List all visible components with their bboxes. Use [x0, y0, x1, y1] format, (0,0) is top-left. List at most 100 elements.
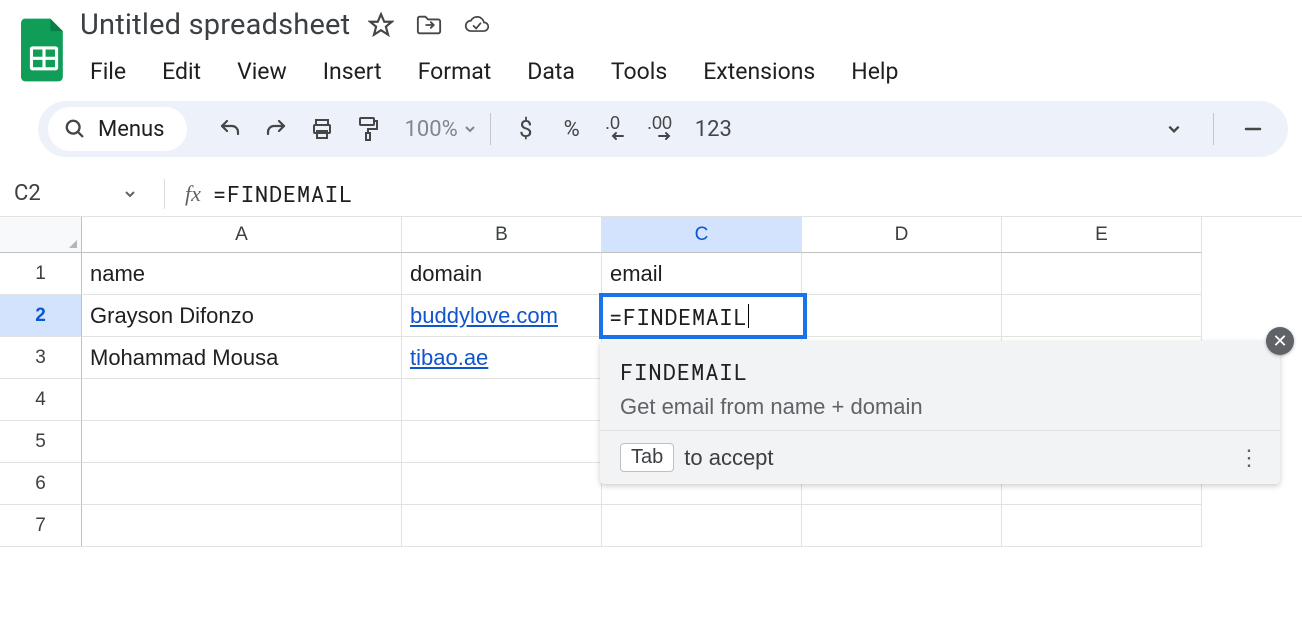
cell-D7[interactable] [802, 505, 1002, 547]
title-row: Untitled spreadsheet [80, 8, 916, 42]
app-logo[interactable] [14, 10, 74, 90]
undo-button[interactable] [209, 108, 251, 150]
title-icons [368, 12, 490, 38]
row-headers: 1234567 [0, 253, 82, 547]
chevron-down-icon [1167, 122, 1181, 136]
menu-insert[interactable]: Insert [305, 52, 400, 91]
column-header-C[interactable]: C [602, 217, 802, 253]
column-header-B[interactable]: B [402, 217, 602, 253]
redo-button[interactable] [255, 108, 297, 150]
cell-A3[interactable]: Mohammad Mousa [82, 337, 402, 379]
chevron-down-icon [464, 123, 476, 135]
cell-B1[interactable]: domain [402, 253, 602, 295]
tab-key-badge: Tab [620, 443, 674, 472]
accept-text: to accept [684, 445, 773, 471]
toolbar-wrap: Menus 100% $ % .0 [0, 91, 1302, 157]
toolbar: Menus 100% $ % .0 [38, 101, 1288, 157]
decrease-decimal-button[interactable]: .0 [597, 108, 639, 150]
row-header-5[interactable]: 5 [0, 421, 82, 463]
separator [164, 179, 165, 209]
column-header-A[interactable]: A [82, 217, 402, 253]
cell-B7[interactable] [402, 505, 602, 547]
more-options-icon[interactable]: ⋮ [1238, 445, 1260, 471]
cell-E7[interactable] [1002, 505, 1202, 547]
cell-C1[interactable]: email [602, 253, 802, 295]
cell-C2[interactable]: =FINDEMAIL [599, 293, 807, 339]
print-icon [310, 117, 334, 141]
cell-E1[interactable] [1002, 253, 1202, 295]
menubar: File Edit View Insert Format Data Tools … [80, 52, 916, 91]
header: Untitled spreadsheet File Edit View [0, 0, 1302, 217]
minus-icon [1243, 119, 1263, 139]
menu-file[interactable]: File [80, 52, 144, 91]
cell-A7[interactable] [82, 505, 402, 547]
paint-roller-icon [356, 116, 380, 142]
suggestion-name: FINDEMAIL [620, 357, 1260, 386]
cell-B3[interactable]: tibao.ae [402, 337, 602, 379]
cell-B2[interactable]: buddylove.com [402, 295, 602, 337]
column-headers: ABCDE [82, 217, 1202, 253]
suggestion-item[interactable]: FINDEMAIL Get email from name + domain [600, 341, 1280, 430]
menu-extensions[interactable]: Extensions [685, 52, 833, 91]
cell-A6[interactable] [82, 463, 402, 505]
fx-icon: fx [179, 181, 213, 207]
cell-E2[interactable] [1002, 295, 1202, 337]
svg-text:.0: .0 [605, 115, 620, 133]
row-header-6[interactable]: 6 [0, 463, 82, 505]
formula-bar-row: C2 fx =FINDEMAIL [0, 171, 1302, 217]
spreadsheet-grid[interactable]: ABCDE 1234567 namedomainemail Grayson Dif… [0, 217, 1302, 617]
cell-A1[interactable]: name [82, 253, 402, 295]
star-icon[interactable] [368, 12, 394, 38]
cell-A5[interactable] [82, 421, 402, 463]
sheets-icon [21, 18, 67, 82]
more-formats-dropdown[interactable] [1153, 108, 1195, 150]
menus-label: Menus [98, 117, 165, 142]
cell-C7[interactable] [602, 505, 802, 547]
number-format-button[interactable]: 123 [689, 108, 738, 150]
paint-format-button[interactable] [347, 108, 389, 150]
menu-help[interactable]: Help [833, 52, 916, 91]
undo-icon [218, 117, 242, 141]
print-button[interactable] [301, 108, 343, 150]
document-title[interactable]: Untitled spreadsheet [80, 8, 350, 42]
chevron-down-icon [124, 188, 136, 200]
percent-button[interactable]: % [551, 108, 593, 150]
menu-view[interactable]: View [219, 52, 305, 91]
zoom-value: 100% [405, 117, 458, 142]
row-header-7[interactable]: 7 [0, 505, 82, 547]
svg-text:.00: .00 [647, 115, 672, 133]
suggestion-description: Get email from name + domain [620, 394, 1260, 420]
cell-D1[interactable] [802, 253, 1002, 295]
formula-suggestion-popup: ✕ FINDEMAIL Get email from name + domain… [600, 341, 1280, 484]
column-header-D[interactable]: D [802, 217, 1002, 253]
select-all-corner[interactable] [0, 217, 82, 253]
move-icon[interactable] [416, 12, 442, 38]
row-header-2[interactable]: 2 [0, 295, 82, 337]
cell-B5[interactable] [402, 421, 602, 463]
menus-search-button[interactable]: Menus [48, 107, 187, 151]
menu-tools[interactable]: Tools [593, 52, 685, 91]
menu-edit[interactable]: Edit [144, 52, 219, 91]
minus-button[interactable] [1232, 108, 1274, 150]
zoom-dropdown[interactable]: 100% [405, 117, 476, 142]
cloud-status-icon[interactable] [464, 12, 490, 38]
row-header-3[interactable]: 3 [0, 337, 82, 379]
separator [490, 113, 491, 145]
title-block: Untitled spreadsheet File Edit View [80, 8, 916, 91]
row-header-1[interactable]: 1 [0, 253, 82, 295]
row-header-4[interactable]: 4 [0, 379, 82, 421]
name-box[interactable]: C2 [0, 181, 150, 206]
cell-A4[interactable] [82, 379, 402, 421]
close-icon[interactable]: ✕ [1266, 327, 1294, 355]
increase-decimal-button[interactable]: .00 [643, 108, 685, 150]
formula-input[interactable]: =FINDEMAIL [213, 179, 353, 208]
currency-button[interactable]: $ [505, 108, 547, 150]
column-header-E[interactable]: E [1002, 217, 1202, 253]
cell-D2[interactable] [802, 295, 1002, 337]
menu-data[interactable]: Data [509, 52, 593, 91]
menu-format[interactable]: Format [400, 52, 510, 91]
cell-A2[interactable]: Grayson Difonzo [82, 295, 402, 337]
cell-B6[interactable] [402, 463, 602, 505]
cell-B4[interactable] [402, 379, 602, 421]
header-top: Untitled spreadsheet File Edit View [0, 8, 1302, 91]
